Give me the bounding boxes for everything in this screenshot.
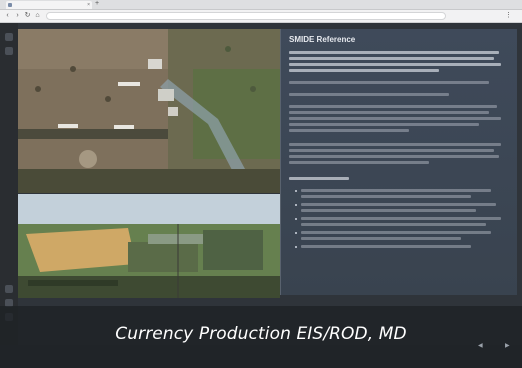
- address-bar[interactable]: [46, 12, 446, 20]
- layers-icon[interactable]: [5, 33, 13, 41]
- caption-bar: Currency Production EIS/ROD, MD ◀ ▶: [0, 306, 522, 368]
- back-arrow-icon[interactable]: ‹: [3, 11, 12, 20]
- menu-dots-icon[interactable]: ⋮: [505, 11, 512, 19]
- tab-close-icon[interactable]: ×: [87, 1, 90, 9]
- info-icon[interactable]: [5, 47, 13, 55]
- info-panel: SMIDE Reference: [280, 29, 517, 295]
- browser-tab-strip: × +: [0, 0, 522, 10]
- settings-icon[interactable]: [5, 285, 13, 293]
- browser-toolbar: ‹ › ↻ ⌂ ⋮: [0, 10, 522, 23]
- reload-icon[interactable]: ↻: [23, 11, 32, 20]
- favicon-icon: [8, 3, 12, 7]
- site-rendering: [18, 194, 280, 298]
- prev-page-icon[interactable]: ◀: [478, 342, 483, 349]
- site-rendering-graphic: [18, 194, 280, 298]
- next-page-icon[interactable]: ▶: [505, 342, 510, 349]
- new-tab-icon[interactable]: +: [95, 0, 99, 8]
- left-toolbar-rail: [0, 23, 18, 345]
- panel-title: SMIDE Reference: [289, 35, 356, 44]
- aerial-photo: [18, 29, 280, 193]
- home-icon[interactable]: ⌂: [33, 11, 42, 20]
- aerial-photo-graphic: [18, 29, 280, 193]
- viewer-area: SMIDE Reference Currency Production EIS/…: [0, 23, 522, 368]
- caption-text: Currency Production EIS/ROD, MD: [115, 324, 407, 344]
- forward-arrow-icon[interactable]: ›: [13, 11, 22, 20]
- browser-tab[interactable]: ×: [6, 1, 92, 9]
